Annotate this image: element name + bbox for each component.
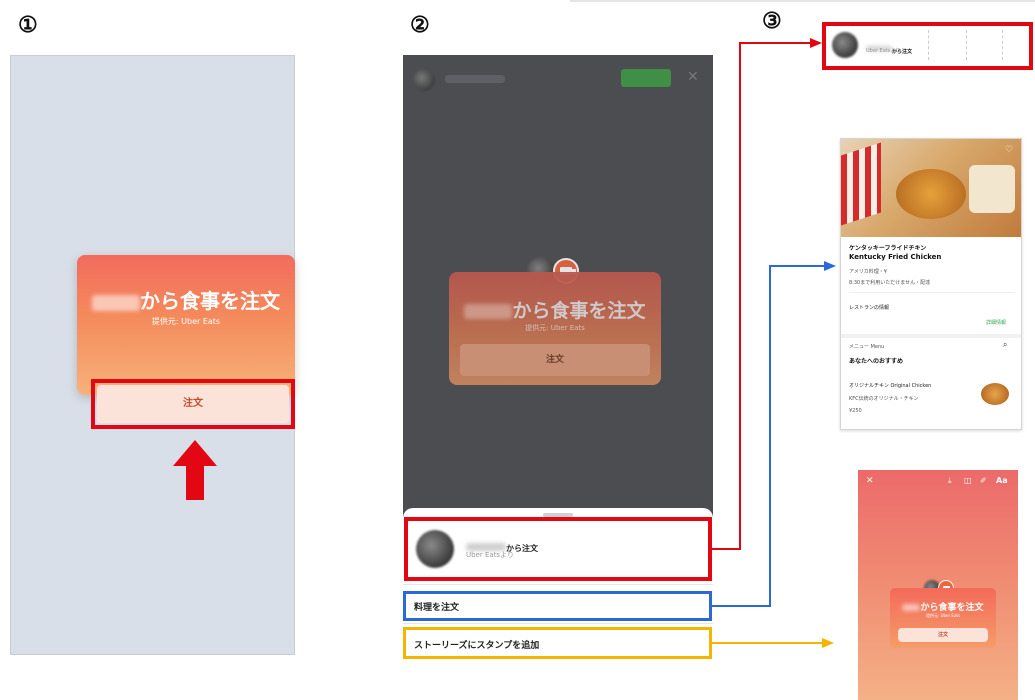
story-order-button[interactable]: 注文 bbox=[898, 628, 988, 642]
menu-item-price: ¥250 bbox=[849, 408, 862, 414]
highlight-order-card bbox=[822, 22, 1033, 70]
restaurant-name-en: Kentucky Fried Chicken bbox=[849, 253, 942, 261]
story-sticker-title-text: から食事を注文 bbox=[920, 603, 984, 613]
sticker-icon[interactable]: ◫ bbox=[964, 476, 972, 485]
restaurant-category: アメリカ料理・¥ bbox=[849, 269, 887, 275]
instagram-story-screen: ✕ ⤓ ◫ ✐ Aa から食事を注文 提供元: Uber Eats 注文 bbox=[858, 470, 1018, 700]
divider bbox=[841, 334, 1021, 338]
side-dish bbox=[969, 165, 1015, 213]
restaurant-info[interactable]: レストランの情報 bbox=[849, 304, 889, 311]
recommend-heading: あなたへのおすすめ bbox=[849, 358, 904, 365]
kfc-bucket bbox=[841, 142, 881, 226]
story-sticker-title: から食事を注文 bbox=[890, 600, 996, 613]
divider bbox=[849, 292, 1015, 293]
text-tool-icon[interactable]: Aa bbox=[996, 476, 1008, 485]
close-icon[interactable]: ✕ bbox=[866, 476, 874, 486]
draw-icon[interactable]: ✐ bbox=[980, 476, 987, 485]
menu-item-desc: KFC伝統のオリジナル・チキン bbox=[849, 396, 919, 402]
uber-eats-restaurant-screen: ♡ ケンタッキーフライドチキン Kentucky Fried Chicken ア… bbox=[840, 138, 1022, 430]
heart-icon[interactable]: ♡ bbox=[1005, 145, 1013, 155]
story-sticker-sub: 提供元: Uber Eats bbox=[925, 613, 961, 618]
menu-item-name[interactable]: オリジナルチキン Original Chicken bbox=[849, 382, 931, 389]
delivery-info: 8:30まで利用いただけません・配達 bbox=[849, 280, 931, 286]
menu-label: メニュー Menu bbox=[849, 344, 885, 350]
chicken-thumbnail bbox=[981, 383, 1009, 405]
info-link[interactable]: 詳細情報 bbox=[986, 319, 1006, 326]
download-icon[interactable]: ⤓ bbox=[948, 476, 952, 486]
fried-chicken bbox=[896, 169, 966, 219]
blurred-name bbox=[902, 604, 921, 611]
restaurant-name-jp: ケンタッキーフライドチキン bbox=[849, 245, 927, 252]
food-photo: ♡ bbox=[841, 139, 1021, 237]
search-icon[interactable]: ⌕ bbox=[1003, 340, 1007, 350]
